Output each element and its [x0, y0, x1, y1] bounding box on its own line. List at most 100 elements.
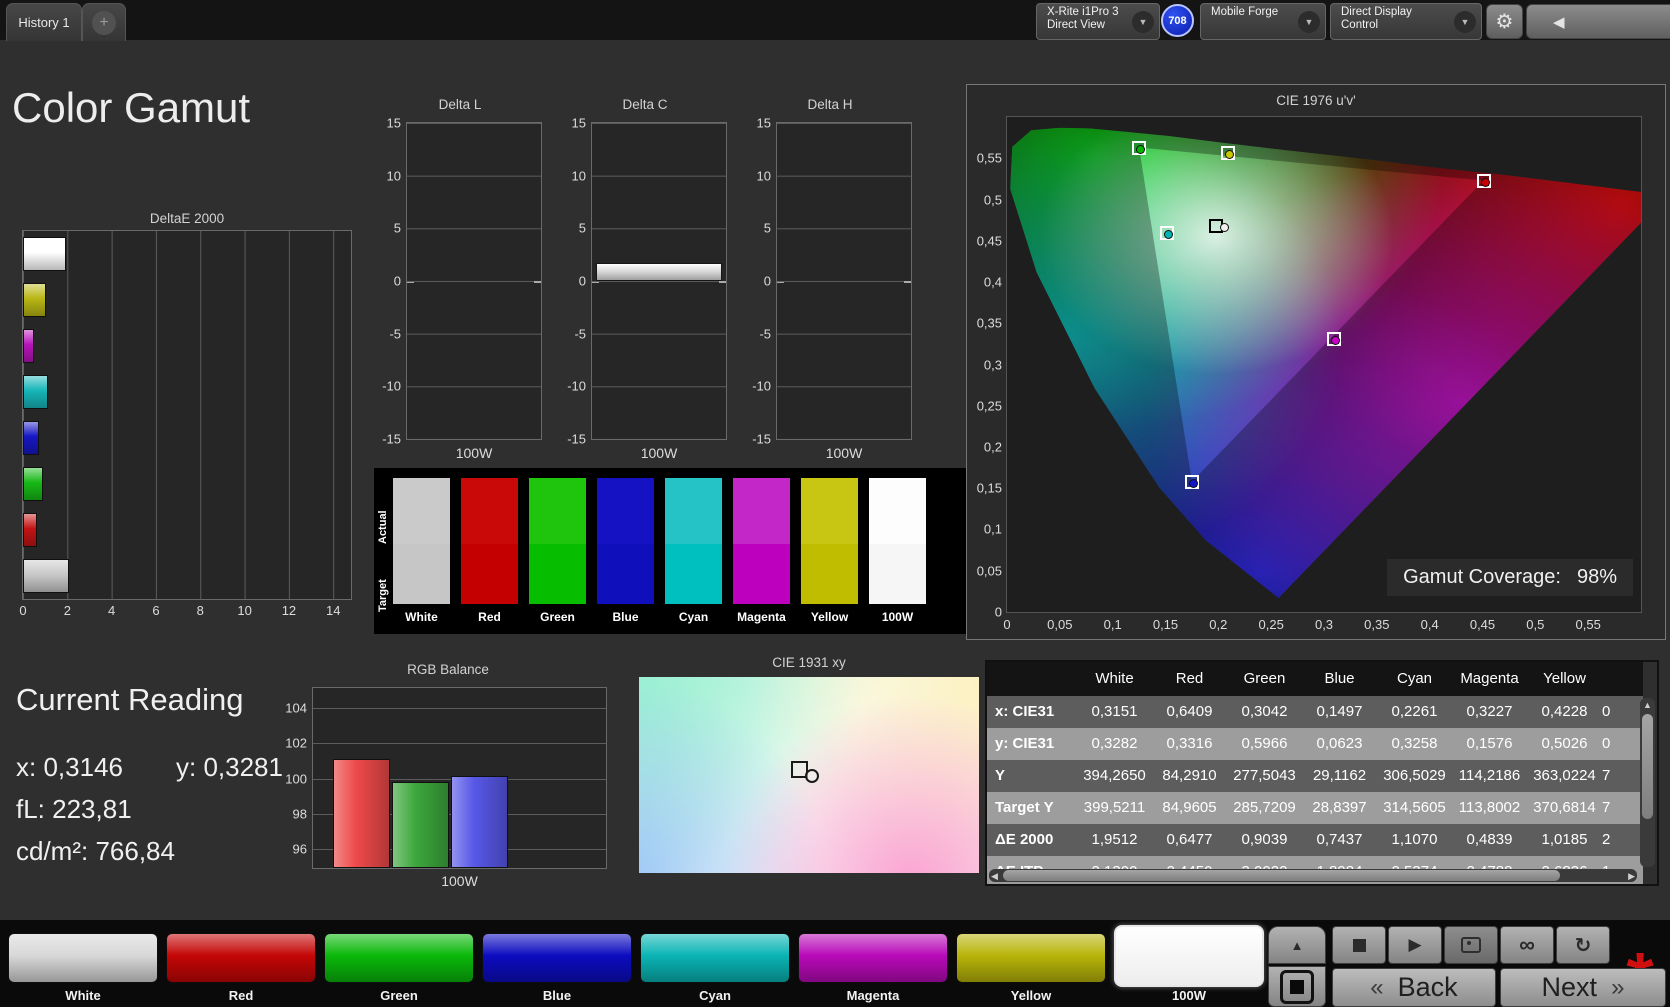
- scroll-left-icon[interactable]: ◀: [991, 871, 998, 882]
- scrollbar-thumb[interactable]: [1003, 870, 1561, 881]
- rgb-bar-red: [333, 758, 390, 868]
- deltae-bar-red: [23, 513, 38, 547]
- display-control-dropdown[interactable]: Direct Display Control ▼: [1330, 3, 1482, 40]
- axis-tick: 10: [571, 168, 586, 184]
- axis-tick: 0,4: [1420, 617, 1439, 632]
- play-button[interactable]: ▶: [1388, 926, 1442, 964]
- axis-tick: 104: [285, 700, 307, 716]
- swatch-magenta: [733, 478, 790, 604]
- swatch-cyan: [665, 478, 722, 604]
- axis-tick: 0,35: [1364, 617, 1390, 632]
- table-vertical-scrollbar[interactable]: ▲: [1640, 698, 1655, 867]
- axis-tick: -10: [752, 378, 771, 394]
- axis-tick: 0: [393, 273, 401, 289]
- tab-history-1[interactable]: History 1: [6, 3, 82, 41]
- continuous-measure-button[interactable]: ∞: [1500, 926, 1554, 964]
- pattern-button-100w[interactable]: [1114, 925, 1264, 987]
- axis-tick: 2: [63, 603, 71, 618]
- axis-tick: 0,3: [983, 357, 1002, 372]
- pattern-source-name: Mobile Forge: [1211, 6, 1279, 18]
- cie1976-plot: 0,55 0,5 0,45 0,4 0,35 0,3 0,25 0,2 0,15…: [977, 116, 1642, 632]
- expand-up-button[interactable]: ▲: [1268, 926, 1326, 964]
- chevron-down-icon[interactable]: ▼: [1298, 10, 1320, 33]
- app-window: History 1 + X-Rite i1Pro 3 Direct View ▼…: [0, 0, 1670, 1007]
- stop-square-icon: [1280, 969, 1314, 1004]
- gridline: [313, 707, 606, 709]
- meter-mode: Direct View: [1047, 19, 1105, 31]
- pattern-button-yellow[interactable]: [956, 933, 1106, 983]
- display-control-name: Direct Display Control: [1341, 6, 1412, 31]
- cie1976-title: CIE 1976 u'v': [1276, 93, 1356, 108]
- table-row: Target Y 399,5211 84,9605 285,7209 28,8397…: [987, 792, 1643, 824]
- axis-tick: 14: [326, 603, 341, 618]
- add-tab-button[interactable]: +: [82, 3, 126, 41]
- cie1931-title: CIE 1931 xy: [772, 655, 846, 670]
- deltae-bar-cyan: [23, 375, 48, 409]
- delta-h-chart: 15 10 5 0 -5 -10 -15 100W: [752, 116, 912, 461]
- pattern-source-dropdown[interactable]: Mobile Forge ▼: [1200, 3, 1326, 40]
- gamut-coverage-readout: Gamut Coverage: 98%: [1387, 559, 1633, 596]
- axis-tick: 10: [756, 168, 771, 184]
- reading-fl: fL: 223,81: [16, 794, 132, 824]
- table-header-row: White Red Green Blue Cyan Magenta Yellow: [987, 662, 1643, 696]
- axis-tick: 0,55: [1575, 617, 1601, 632]
- deltae-bar-blue: [23, 421, 40, 455]
- col-cyan: Cyan: [1396, 670, 1433, 687]
- scroll-up-icon[interactable]: ▲: [1640, 700, 1655, 710]
- gear-icon: ⚙: [1495, 11, 1514, 33]
- chevrons-right-icon: »: [1611, 973, 1625, 1001]
- back-button[interactable]: « Back: [1332, 968, 1496, 1007]
- pattern-button-green[interactable]: [324, 933, 474, 983]
- axis-tick: 0,4: [983, 274, 1002, 290]
- pattern-button-cyan[interactable]: [640, 933, 790, 983]
- next-label: Next: [1541, 972, 1598, 1002]
- delta-h-title: Delta H: [807, 97, 853, 112]
- infinity-icon: ∞: [1519, 932, 1535, 957]
- pattern-button-red[interactable]: [166, 933, 316, 983]
- swatch-label: 100W: [881, 610, 914, 624]
- axis-tick: 5: [393, 220, 401, 236]
- pattern-window-button[interactable]: [1444, 926, 1498, 964]
- chevron-down-icon[interactable]: ▼: [1454, 10, 1476, 33]
- swatch-label: Blue: [612, 610, 639, 624]
- collapse-panel-button[interactable]: ◀: [1526, 4, 1670, 39]
- stop-measure-toggle-button[interactable]: [1268, 966, 1326, 1007]
- pattern-button-magenta[interactable]: [798, 933, 948, 983]
- col-magenta: Magenta: [1460, 670, 1519, 687]
- gamut-point-yellow: [1220, 146, 1235, 161]
- pattern-button-white[interactable]: [8, 933, 158, 983]
- table-row: y: CIE31 0,3282 0,3316 0,5966 0,0623 0,325…: [987, 728, 1643, 760]
- swatch-green: [529, 478, 586, 604]
- swatch-label: White: [405, 610, 438, 624]
- axis-tick: -5: [389, 326, 401, 342]
- target-row-label: Target: [377, 579, 389, 612]
- settings-button[interactable]: ⚙: [1486, 4, 1523, 39]
- gamut-point-magenta: [1326, 331, 1341, 346]
- swatch-label: Yellow: [810, 610, 849, 624]
- next-button[interactable]: Next »: [1500, 968, 1666, 1007]
- axis-tick: 102: [285, 735, 307, 751]
- meter-count-badge[interactable]: 708: [1161, 4, 1194, 37]
- axis-tick: -15: [752, 431, 771, 447]
- axis-tick: 0,55: [976, 150, 1002, 166]
- axis-tick: 5: [763, 220, 771, 236]
- table-horizontal-scrollbar[interactable]: ◀ ▶: [989, 869, 1637, 882]
- col-red: Red: [1175, 670, 1204, 687]
- deltae-bar-green: [23, 467, 43, 501]
- repeat-button[interactable]: ↻: [1556, 926, 1610, 964]
- meter-dropdown[interactable]: X-Rite i1Pro 3 Direct View ▼: [1036, 3, 1160, 40]
- axis-tick: 0: [1003, 617, 1011, 632]
- pattern-button-blue[interactable]: [482, 933, 632, 983]
- reading-x: x: 0,3146: [16, 752, 123, 782]
- axis-tick: 8: [196, 603, 204, 618]
- stop-button[interactable]: [1332, 926, 1386, 964]
- pattern-label: Green: [380, 988, 418, 1003]
- scroll-right-icon[interactable]: ▶: [1628, 871, 1635, 882]
- delta-c-title: Delta C: [622, 97, 668, 112]
- swatch-white: [393, 478, 450, 604]
- axis-tick: 0: [19, 603, 27, 618]
- deltae-bar-100w: [23, 559, 70, 593]
- scrollbar-thumb[interactable]: [1642, 714, 1653, 819]
- axis-tick: -5: [574, 326, 586, 342]
- chevron-down-icon[interactable]: ▼: [1132, 10, 1154, 33]
